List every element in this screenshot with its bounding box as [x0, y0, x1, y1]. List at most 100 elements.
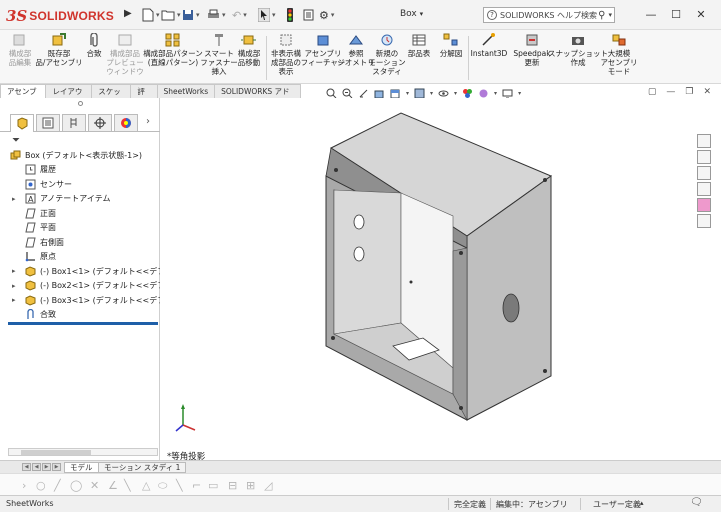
tree-filter-icon[interactable]: ⏷: [12, 135, 20, 146]
tab-property-manager[interactable]: [36, 114, 60, 131]
scrollbar-thumb[interactable]: [21, 450, 91, 455]
file-properties-button[interactable]: [303, 6, 314, 24]
chevron-up-icon[interactable]: ▴: [640, 499, 644, 507]
tab-evaluate[interactable]: 評価: [130, 84, 158, 109]
viewport-close-icon[interactable]: ✕: [703, 87, 711, 97]
chevron-down-icon[interactable]: ▾: [494, 90, 497, 97]
next-tab-icon[interactable]: ▶: [42, 463, 51, 471]
tab-display-manager[interactable]: [114, 114, 138, 131]
grid-icon[interactable]: ⊞: [246, 479, 255, 492]
hide-show-items-icon[interactable]: [438, 88, 449, 99]
graphics-area[interactable]: *等角投影: [161, 98, 721, 462]
close-icon[interactable]: ✕: [693, 7, 709, 23]
instant3d-button[interactable]: Instant3D: [470, 33, 508, 83]
menu-expand-icon[interactable]: ▶: [124, 8, 132, 22]
open-document-button[interactable]: ▾: [161, 6, 181, 24]
apply-scene-icon[interactable]: [478, 88, 489, 99]
panel-collapse-handle[interactable]: [78, 101, 83, 106]
tab-assembly[interactable]: アセンブリ: [0, 84, 47, 109]
horizontal-scrollbar[interactable]: [8, 448, 158, 456]
tab-dimxpert-manager[interactable]: [88, 114, 112, 131]
tree-item-history[interactable]: 履歴: [0, 163, 160, 178]
tree-item-right-plane[interactable]: 右側面: [0, 235, 160, 250]
viewport-restore-icon[interactable]: ❐: [685, 87, 693, 97]
maximize-icon[interactable]: ☐: [668, 7, 684, 23]
assembly-features-button[interactable]: アセンブリ フィーチャー: [301, 33, 345, 83]
tile-view-icon[interactable]: ▢: [648, 87, 657, 97]
tab-addins[interactable]: SOLIDWORKS アドイン: [214, 84, 301, 109]
chat-icon[interactable]: 🗨: [690, 497, 703, 508]
tab-sketch[interactable]: スケッチ: [91, 84, 132, 109]
undo-button[interactable]: ↶ ▾: [232, 6, 247, 24]
appearances-icon[interactable]: [697, 198, 711, 212]
arrow-icon[interactable]: ›: [22, 479, 26, 492]
smart-fasteners-button[interactable]: スマート ファスナー 挿入: [200, 33, 238, 83]
tab-sheetworks[interactable]: SheetWorks: [156, 84, 216, 98]
view-palette-icon[interactable]: [697, 182, 711, 196]
save-button[interactable]: ▾: [182, 6, 200, 24]
dimension-icon[interactable]: ⊟: [228, 479, 237, 492]
print-button[interactable]: ▾: [207, 6, 226, 24]
expand-arrow-icon[interactable]: ▸: [12, 267, 16, 275]
chevron-down-icon[interactable]: ▾: [518, 90, 521, 97]
exploded-view-button[interactable]: 分解図: [436, 33, 466, 83]
tree-item-origin[interactable]: 原点: [0, 250, 160, 265]
move-component-button[interactable]: 構成部 品移動: [234, 33, 264, 83]
triangle-icon[interactable]: △: [142, 479, 150, 492]
custom-properties-icon[interactable]: [697, 214, 711, 228]
zoom-area-icon[interactable]: [342, 88, 353, 99]
tab-feature-manager[interactable]: [10, 114, 34, 132]
prev-tab-icon[interactable]: ◀: [32, 463, 41, 471]
home-icon[interactable]: [697, 134, 711, 148]
chevron-down-icon[interactable]: ▾: [406, 90, 409, 97]
previous-view-icon[interactable]: [358, 88, 369, 99]
chevron-down-icon[interactable]: ▾: [454, 90, 457, 97]
display-style-icon[interactable]: [414, 88, 425, 99]
large-assembly-button[interactable]: 大規模 アセンブリ モード: [600, 33, 638, 83]
first-tab-icon[interactable]: ◀: [22, 463, 31, 471]
solidworks-logo[interactable]: 3S SOLIDWORKS: [6, 7, 114, 25]
box-hole[interactable]: [353, 214, 365, 230]
design-library-icon[interactable]: [697, 150, 711, 164]
tree-item-front-plane[interactable]: 正面: [0, 206, 160, 221]
viewport-minimize-icon[interactable]: —: [666, 87, 675, 97]
speedpak-button[interactable]: Speedpak 更新: [512, 33, 552, 83]
last-tab-icon[interactable]: ▶: [52, 463, 61, 471]
tab-model[interactable]: モデル: [64, 462, 99, 473]
line-icon[interactable]: ╲: [176, 479, 183, 492]
box-side-hole[interactable]: [502, 293, 520, 323]
view-orientation-icon[interactable]: [390, 88, 401, 99]
tab-motion-study-1[interactable]: モーション スタディ 1: [98, 462, 187, 473]
tree-item-box3[interactable]: ▸ (-) Box3<1> (デフォルト<<デフォルト>: [0, 293, 160, 308]
new-document-button[interactable]: ▾: [142, 6, 160, 24]
tree-item-annotations[interactable]: ▸ A アノテートアイテム: [0, 192, 160, 207]
mate-button[interactable]: 合致: [82, 33, 106, 83]
bill-of-materials-button[interactable]: 部品表: [404, 33, 434, 83]
expand-arrow-icon[interactable]: ▸: [12, 195, 16, 203]
line-icon[interactable]: ╲: [124, 479, 131, 492]
tree-item-box1[interactable]: ▸ (-) Box1<1> (デフォルト<<デフォルト>: [0, 264, 160, 279]
box-hole[interactable]: [353, 246, 365, 262]
document-title[interactable]: Box ▾: [400, 9, 423, 19]
chevron-down-icon[interactable]: ▾: [430, 90, 433, 97]
linear-pattern-button[interactable]: 構成部品パターン (直線パターン): [143, 33, 203, 83]
tree-item-mates[interactable]: 合致: [0, 308, 160, 323]
show-hidden-button[interactable]: 非表示構 成部品の 表示: [268, 33, 304, 83]
rebuild-button[interactable]: [287, 6, 293, 24]
zoom-to-fit-icon[interactable]: [326, 88, 337, 99]
ellipse-icon[interactable]: ⬭: [158, 479, 167, 493]
edit-appearance-icon[interactable]: [462, 88, 473, 99]
tree-item-box2[interactable]: ▸ (-) Box2<1> (デフォルト<<デフォルト>: [0, 279, 160, 294]
insert-component-button[interactable]: 既存部 品/アセンブリ: [35, 33, 83, 83]
snapshot-button[interactable]: スナップショット 作成: [548, 33, 608, 83]
expand-arrow-icon[interactable]: ▸: [12, 296, 16, 304]
angle-icon[interactable]: ∠: [108, 479, 118, 492]
box-model-3d[interactable]: [161, 98, 691, 448]
help-search-input[interactable]: ? SOLIDWORKS ヘルプ検索 ⚲ ▾: [483, 7, 615, 23]
chevron-down-icon[interactable]: ▾: [608, 11, 612, 19]
tree-item-sensors[interactable]: センサー: [0, 177, 160, 192]
corner-icon[interactable]: ⌐: [192, 479, 201, 492]
rectangle-icon[interactable]: ▭: [208, 479, 218, 492]
status-units[interactable]: ユーザー定義: [593, 499, 641, 510]
select-button[interactable]: ▾: [258, 6, 276, 24]
